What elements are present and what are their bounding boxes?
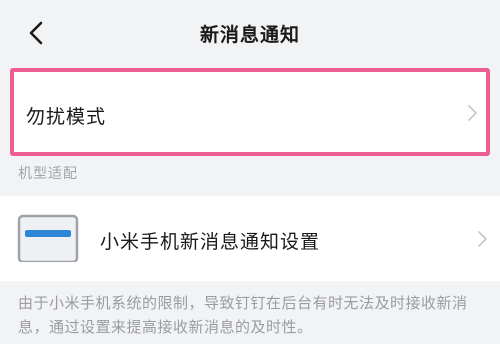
footer-note: 由于小米手机系统的限制，导致钉钉在后台有时无法及时接收新消息，通过设置来提高接收… [18,294,468,336]
do-not-disturb-label: 勿扰模式 [26,106,107,128]
chevron-right-icon [468,105,477,121]
xiaomi-notification-settings-label: 小米手机新消息通知设置 [100,231,321,253]
xiaomi-notification-settings-row[interactable]: 小米手机新消息通知设置 [0,196,500,281]
chevron-right-icon [478,231,487,247]
section-header-device-adaptation: 机型适配 [18,166,78,182]
navigation-bar: 新消息通知 [0,0,500,66]
phone-notification-icon [17,214,79,262]
do-not-disturb-row[interactable]: 勿扰模式 [10,68,490,156]
page-title: 新消息通知 [199,24,300,46]
